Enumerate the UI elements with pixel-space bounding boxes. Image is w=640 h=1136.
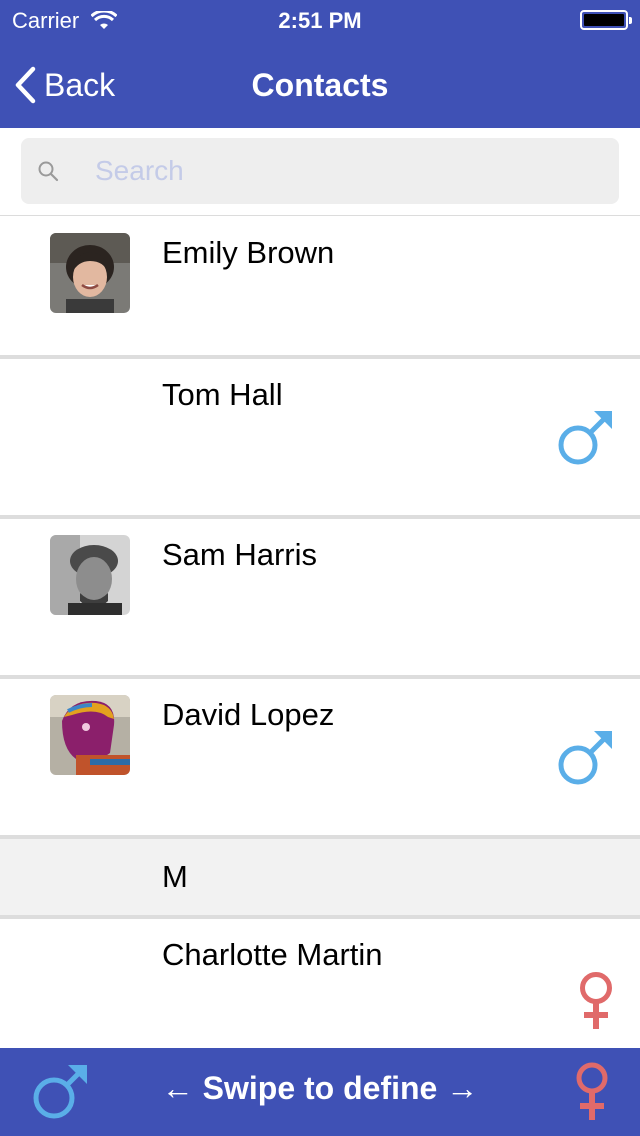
female-symbol-icon	[576, 971, 616, 1036]
contact-name: David Lopez	[162, 697, 335, 732]
contact-row-sam-harris[interactable]: Sam Harris	[0, 519, 640, 679]
contact-name: Charlotte Martin	[162, 937, 383, 972]
battery-icon	[580, 10, 632, 30]
male-symbol-icon	[556, 727, 616, 792]
contact-name: Sam Harris	[162, 537, 318, 572]
search-field[interactable]	[21, 138, 619, 204]
section-letter: M	[162, 859, 188, 894]
avatar	[50, 233, 130, 313]
back-button[interactable]: Back	[14, 62, 115, 108]
contacts-list: Emily Brown Tom Hall Sam Harris David Lo…	[0, 217, 640, 1051]
avatar	[50, 695, 130, 775]
search-icon	[38, 161, 59, 182]
section-header-m: M	[0, 839, 640, 919]
search-input[interactable]	[95, 155, 575, 187]
status-bar: Carrier 2:51 PM	[0, 0, 640, 40]
back-label: Back	[44, 66, 116, 103]
navigation-bar: Carrier 2:51 PM Back Contacts	[0, 0, 640, 128]
contact-row-emily-brown[interactable]: Emily Brown	[0, 217, 640, 359]
contact-row-david-lopez[interactable]: David Lopez	[0, 679, 640, 839]
search-bar	[0, 128, 640, 216]
male-symbol-icon	[556, 407, 616, 472]
chevron-left-icon	[15, 66, 36, 104]
bottom-bar: ← Swipe to define →	[0, 1048, 640, 1136]
contact-row-tom-hall[interactable]: Tom Hall	[0, 359, 640, 519]
contact-name: Tom Hall	[162, 377, 283, 412]
contact-name: Emily Brown	[162, 235, 335, 270]
female-symbol-icon[interactable]	[574, 1062, 610, 1127]
swipe-hint: ← Swipe to define →	[161, 1070, 479, 1106]
contact-row-charlotte-martin[interactable]: Charlotte Martin	[0, 919, 640, 1051]
avatar	[50, 535, 130, 615]
status-time: 2:51 PM	[278, 8, 362, 33]
